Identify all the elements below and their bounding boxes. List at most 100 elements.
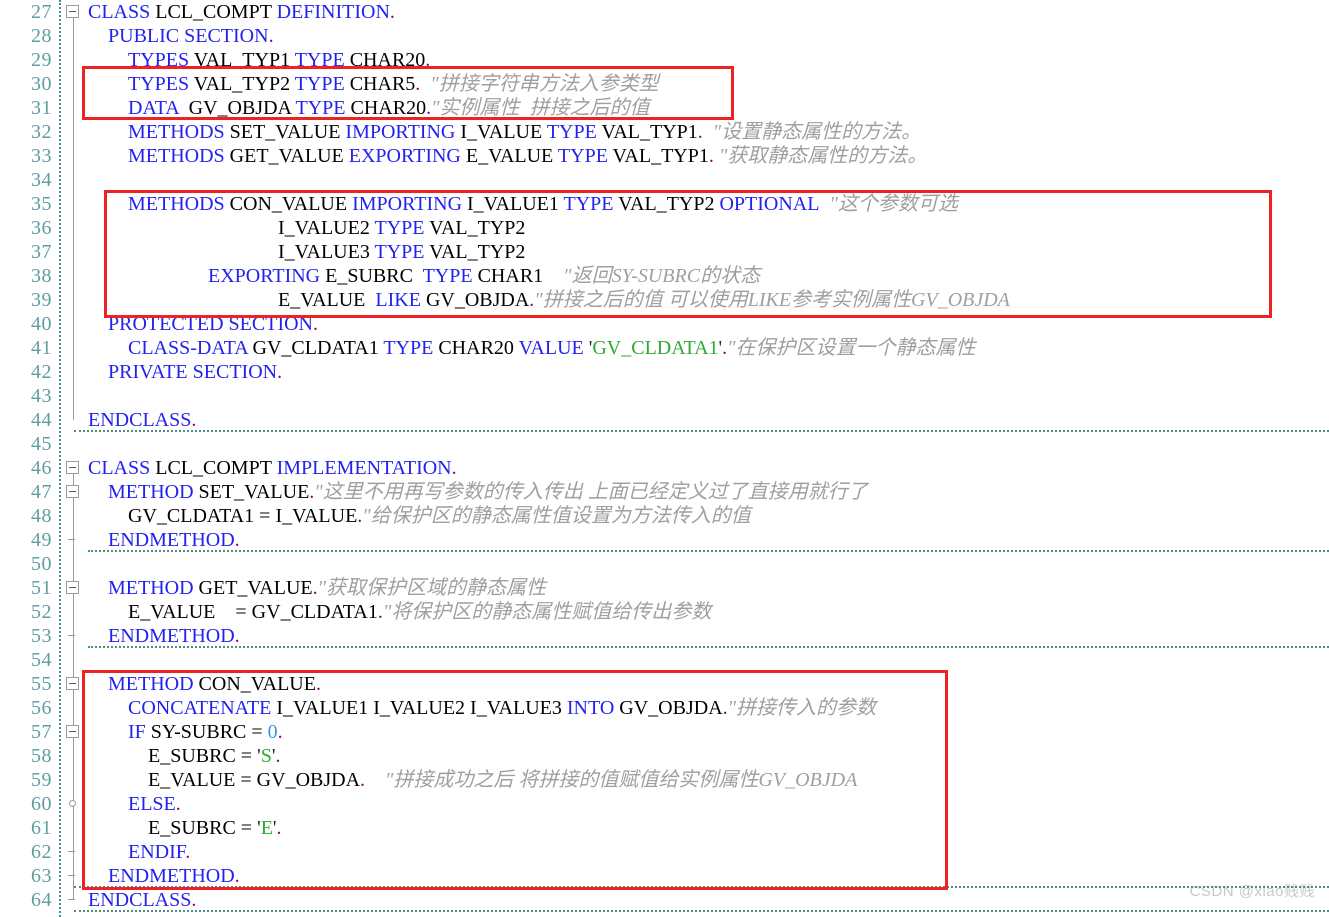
code-line[interactable]: DATA GV_OBJDA TYPE CHAR20."实例属性 拼接之后的值 <box>128 96 649 120</box>
line-number: 53 <box>31 625 52 647</box>
code-token-dot: . <box>234 529 240 551</box>
code-line[interactable]: E_VALUE = GV_OBJDA. "拼接成功之后 将拼接的值赋值给实例属性… <box>148 768 857 792</box>
code-line[interactable]: METHODS CON_VALUE IMPORTING I_VALUE1 TYP… <box>128 192 958 216</box>
code-token-dot: . <box>451 457 457 479</box>
fold-end-marker <box>68 851 75 852</box>
code-line[interactable]: PUBLIC SECTION. <box>108 24 274 48</box>
code-token-kw: PUBLIC SECTION <box>108 25 269 47</box>
code-token-dot: . <box>234 625 240 647</box>
code-line[interactable]: METHODS GET_VALUE EXPORTING E_VALUE TYPE… <box>128 144 927 168</box>
code-token-num: 0 <box>267 721 278 743</box>
line-number-gutter: 27 28 29 30 31 32 33 34 35 36 37 38 39 40 41 42 43 44 45 46… <box>0 0 60 917</box>
block-end-dotted-line <box>74 886 1329 888</box>
code-line[interactable]: METHOD GET_VALUE."获取保护区域的静态属性 <box>108 576 546 600</box>
code-line[interactable]: CLASS LCL_COMPT IMPLEMENTATION. <box>88 456 457 480</box>
code-line[interactable]: IF SY-SUBRC = 0. <box>128 720 283 744</box>
code-token-id: VAL_TYP2 <box>424 241 526 263</box>
line-number: 48 <box>31 505 52 527</box>
code-token-cmt: "获取保护区域的静态属性 <box>317 577 547 599</box>
code-line[interactable]: CLASS-DATA GV_CLDATA1 TYPE CHAR20 VALUE … <box>128 336 976 360</box>
code-token-id: CHAR5 <box>344 73 416 95</box>
code-token-id: GET_VALUE <box>193 577 313 599</box>
code-line[interactable]: ENDCLASS. <box>88 888 196 912</box>
code-token-kw: TYPES <box>128 49 190 71</box>
code-line[interactable]: E_VALUE = GV_CLDATA1."将保护区的静态属性赋值给传出参数 <box>128 600 711 624</box>
line-number: 38 <box>31 265 52 287</box>
line-number: 40 <box>31 313 52 335</box>
line-number: 43 <box>31 385 52 407</box>
fold-collapse-icon[interactable] <box>66 485 79 498</box>
fold-end-marker <box>68 875 75 876</box>
code-token-kw: METHOD <box>108 577 194 599</box>
fold-branch-icon[interactable] <box>69 800 76 807</box>
code-line[interactable]: E_SUBRC = 'E'. <box>148 816 282 840</box>
line-number: 34 <box>31 169 52 191</box>
code-line[interactable]: E_SUBRC = 'S'. <box>148 744 280 768</box>
code-editor[interactable]: 27 28 29 30 31 32 33 34 35 36 37 38 39 40 41 42 43 44 45 46… <box>0 0 1329 917</box>
fold-collapse-icon[interactable] <box>66 581 79 594</box>
line-number: 54 <box>31 649 52 671</box>
code-line[interactable]: ENDCLASS. <box>88 408 196 432</box>
code-token-kw: METHODS <box>128 121 225 143</box>
code-line[interactable]: I_VALUE3 TYPE VAL_TYP2 <box>278 240 525 264</box>
code-token-kw: ENDCLASS <box>88 889 192 911</box>
code-line[interactable]: ELSE. <box>128 792 181 816</box>
code-token-kw: ENDCLASS <box>88 409 192 431</box>
code-token-id: GV_OBJDA <box>614 697 723 719</box>
code-line[interactable]: ENDMETHOD. <box>108 864 240 888</box>
code-token-kw: CLASS <box>88 457 151 479</box>
line-number: 55 <box>31 673 52 695</box>
code-content-area[interactable]: CLASS LCL_COMPT DEFINITION. PUBLIC SECTIO… <box>88 0 1329 917</box>
code-token-kw: EXPORTING <box>208 265 321 287</box>
line-number: 63 <box>31 865 52 887</box>
code-line[interactable]: PROTECTED SECTION. <box>108 312 318 336</box>
code-line[interactable]: METHOD CON_VALUE. <box>108 672 321 696</box>
code-line[interactable]: EXPORTING E_SUBRC TYPE CHAR1 "返回SY-SUBRC… <box>208 264 760 288</box>
line-number: 61 <box>31 817 52 839</box>
code-token-id: GV_CLDATA1 = I_VALUE <box>128 505 358 527</box>
code-line[interactable]: E_VALUE LIKE GV_OBJDA."拼接之后的值 可以使用LIKE参考… <box>278 288 1010 312</box>
code-token-kw: IMPLEMENTATION <box>276 457 452 479</box>
code-token-dot: . <box>277 361 283 383</box>
code-token-dot: . <box>425 49 431 71</box>
code-token-id: GET_VALUE <box>224 145 349 167</box>
line-number: 39 <box>31 289 52 311</box>
code-token-kw: METHOD <box>108 481 194 503</box>
line-number: 31 <box>31 97 52 119</box>
code-line[interactable]: TYPES VAL_TYP2 TYPE CHAR5. "拼接字符串方法入参类型 <box>128 72 659 96</box>
code-token-dot: . <box>191 889 197 911</box>
code-line[interactable]: PRIVATE SECTION. <box>108 360 282 384</box>
code-line[interactable]: ENDIF. <box>128 840 190 864</box>
line-number: 60 <box>31 793 52 815</box>
code-token-dot: . <box>275 745 281 767</box>
code-line[interactable]: ENDMETHOD. <box>108 528 240 552</box>
code-line[interactable]: I_VALUE2 TYPE VAL_TYP2 <box>278 216 525 240</box>
fold-collapse-icon[interactable] <box>66 725 79 738</box>
code-line[interactable]: METHOD SET_VALUE."这里不用再写参数的传入传出 上面已经定义过了… <box>108 480 868 504</box>
code-token-id: CON_VALUE <box>193 673 316 695</box>
code-line[interactable]: METHODS SET_VALUE IMPORTING I_VALUE TYPE… <box>128 120 921 144</box>
code-token-kw: CLASS-DATA <box>128 337 248 359</box>
code-token-kw: EXPORTING <box>348 145 461 167</box>
code-token-id: CHAR20 <box>345 97 427 119</box>
code-token-kw: METHOD <box>108 673 194 695</box>
code-line[interactable]: ENDMETHOD. <box>108 624 240 648</box>
code-line[interactable]: CLASS LCL_COMPT DEFINITION. <box>88 0 395 24</box>
code-line[interactable]: CONCATENATE I_VALUE1 I_VALUE2 I_VALUE3 I… <box>128 696 876 720</box>
code-token-dot: . <box>268 25 274 47</box>
code-token-id: GV_OBJDA <box>178 97 296 119</box>
code-token-kw: IMPORTING <box>345 121 456 143</box>
fold-collapse-icon[interactable] <box>66 5 79 18</box>
code-line[interactable]: GV_CLDATA1 = I_VALUE."给保护区的静态属性值设置为方法传入的… <box>128 504 751 528</box>
code-folding-column[interactable] <box>60 0 88 917</box>
code-token-id: CHAR1 <box>472 265 544 287</box>
code-token-id: LCL_COMPT <box>150 1 277 23</box>
fold-collapse-icon[interactable] <box>66 461 79 474</box>
block-end-dotted-line <box>74 430 1329 432</box>
fold-collapse-icon[interactable] <box>66 677 79 690</box>
line-number: 56 <box>31 697 52 719</box>
code-line[interactable]: TYPES VAL_TYP1 TYPE CHAR20. <box>128 48 430 72</box>
line-number: 29 <box>31 49 52 71</box>
code-token-dot: . <box>389 1 395 23</box>
code-token-id: VAL_TYP1 <box>189 49 295 71</box>
